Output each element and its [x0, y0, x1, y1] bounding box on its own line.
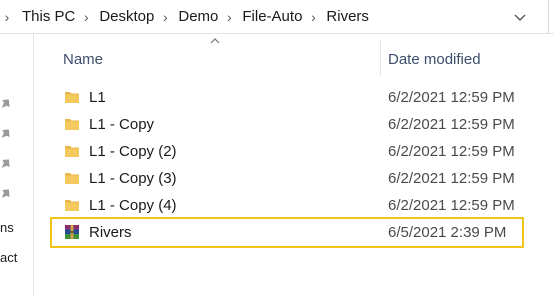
folder-icon — [65, 92, 79, 103]
column-header: Name Date modified — [34, 34, 554, 86]
file-name: L1 — [89, 89, 106, 106]
list-item[interactable]: L1 - Copy 6/2/2021 12:59 PM — [52, 111, 522, 138]
list-item-highlighted[interactable]: Rivers 6/5/2021 2:39 PM — [50, 217, 524, 248]
pin-icon[interactable] — [0, 98, 12, 112]
chevron-down-icon[interactable] — [512, 9, 528, 25]
pin-icon[interactable] — [0, 158, 12, 172]
folder-icon — [65, 200, 79, 211]
chevron-right-icon[interactable]: › — [222, 0, 236, 34]
file-date-modified: 6/2/2021 12:59 PM — [388, 116, 515, 133]
pin-icon[interactable] — [0, 128, 12, 142]
breadcrumb-demo[interactable]: Demo — [178, 0, 218, 34]
column-divider[interactable] — [380, 40, 381, 76]
column-header-name[interactable]: Name — [63, 51, 103, 68]
folder-icon — [65, 146, 79, 157]
file-date-modified: 6/2/2021 12:59 PM — [388, 143, 515, 160]
file-name: L1 - Copy — [89, 116, 155, 133]
breadcrumb-desktop[interactable]: Desktop — [99, 0, 154, 34]
file-date-modified: 6/5/2021 2:39 PM — [388, 224, 507, 241]
pin-icon[interactable] — [0, 188, 12, 202]
breadcrumb: › This PC › Desktop › Demo › File-Auto ›… — [0, 0, 369, 34]
chevron-right-icon[interactable]: › — [158, 0, 172, 34]
address-bar-divider — [548, 0, 549, 34]
file-date-modified: 6/2/2021 12:59 PM — [388, 170, 515, 187]
chevron-right-icon[interactable]: › — [79, 0, 93, 34]
file-name: L1 - Copy (3) — [89, 170, 177, 187]
breadcrumb-rivers[interactable]: Rivers — [326, 0, 369, 34]
sort-ascending-icon — [210, 38, 220, 44]
navigation-pane[interactable]: ns act — [0, 34, 34, 296]
list-item[interactable]: L1 6/2/2021 12:59 PM — [52, 84, 522, 111]
chevron-right-icon[interactable]: › — [306, 0, 320, 34]
address-bar[interactable]: › This PC › Desktop › Demo › File-Auto ›… — [0, 0, 554, 34]
list-item[interactable]: L1 - Copy (4) 6/2/2021 12:59 PM — [52, 192, 522, 219]
breadcrumb-this-pc[interactable]: This PC — [22, 0, 75, 34]
file-date-modified: 6/2/2021 12:59 PM — [388, 89, 515, 106]
file-date-modified: 6/2/2021 12:59 PM — [388, 197, 515, 214]
file-name: L1 - Copy (2) — [89, 143, 177, 160]
folder-icon — [65, 173, 79, 184]
breadcrumb-file-auto[interactable]: File-Auto — [242, 0, 302, 34]
nav-item-label[interactable]: ns — [0, 220, 14, 235]
file-name: Rivers — [89, 224, 132, 241]
folder-icon — [65, 119, 79, 130]
column-header-date-modified[interactable]: Date modified — [388, 51, 481, 68]
list-item[interactable]: L1 - Copy (2) 6/2/2021 12:59 PM — [52, 138, 522, 165]
list-item[interactable]: L1 - Copy (3) 6/2/2021 12:59 PM — [52, 165, 522, 192]
winrar-archive-icon — [65, 225, 79, 239]
file-name: L1 - Copy (4) — [89, 197, 177, 214]
nav-item-label[interactable]: act — [0, 250, 17, 265]
chevron-right-icon[interactable]: › — [0, 0, 14, 34]
